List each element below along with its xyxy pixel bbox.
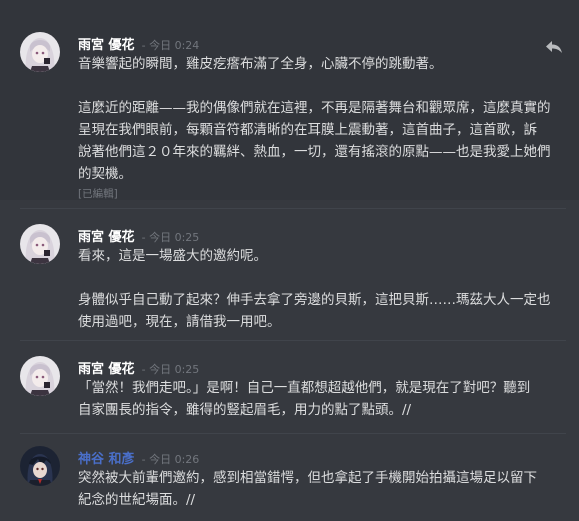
message-line: 紀念的世紀場面。// [78, 492, 196, 508]
avatar-image [20, 32, 60, 72]
avatar-image [20, 224, 60, 264]
edited-label: [已編輯] [78, 188, 118, 200]
avatar-image [20, 446, 60, 486]
message[interactable]: 雨宮 優花 - 今日 0:25 「當然！我們走吧。」是啊！自己一直都想超越他們，… [0, 342, 579, 427]
message-line: 說著他們這２０年來的羈絆、熱血，一切，還有搖滾的原點——也是我愛上她們 [78, 144, 551, 160]
message-header: 雨宮 優花 - 今日 0:24 [78, 34, 199, 54]
avatar[interactable] [20, 446, 60, 486]
message[interactable]: 神谷 和彥 - 今日 0:26 突然被大前輩們邀約，感到相當錯愕，但也拿起了手機… [0, 434, 579, 521]
message-header: 雨宮 優花 - 今日 0:25 [78, 358, 199, 378]
message-divider [20, 208, 566, 209]
message-line: 「當然！我們走吧。」是啊！自己一直都想超越他們，就是現在了對吧？聽到 [78, 380, 531, 396]
timestamp: - 今日 0:24 [141, 39, 200, 52]
message-line: 的契機。 [78, 166, 132, 182]
message-content: 「當然！我們走吧。」是啊！自己一直都想超越他們，就是現在了對吧？聽到 自家團長的… [78, 377, 568, 421]
message-line: 呈現在我們眼前，每顆音符都清晰的在耳膜上震動著，這首曲子，這首歌，訴 [78, 122, 537, 138]
avatar[interactable] [20, 224, 60, 264]
message-line: 突然被大前輩們邀約，感到相當錯愕，但也拿起了手機開始拍攝這場足以留下 [78, 470, 537, 486]
message-line: 自家團長的指令，雖得的豎起眉毛，用力的點了點頭。// [78, 402, 412, 418]
avatar[interactable] [20, 356, 60, 396]
message-line: 身體似乎自己動了起來？伸手去拿了旁邊的貝斯，這把貝斯……瑪茲大人一定也 [78, 292, 551, 308]
message[interactable]: 雨宮 優花 - 今日 0:24 音樂響起的瞬間，雞皮疙瘩布滿了全身，心臟不停的跳… [0, 0, 579, 200]
chat-log: 雨宮 優花 - 今日 0:24 音樂響起的瞬間，雞皮疙瘩布滿了全身，心臟不停的跳… [0, 0, 579, 521]
author-name[interactable]: 雨宮 優花 [78, 230, 135, 245]
message-line: 看來，這是一場盛大的邀約呢。 [78, 248, 267, 264]
message-content: 突然被大前輩們邀約，感到相當錯愕，但也拿起了手機開始拍攝這場足以留下 紀念的世紀… [78, 467, 568, 511]
message-line-blank [78, 75, 568, 97]
message-content: 音樂響起的瞬間，雞皮疙瘩布滿了全身，心臟不停的跳動著。 這麼近的距離——我的偶像… [78, 53, 568, 202]
message-divider [20, 340, 566, 341]
message-header: 雨宮 優花 - 今日 0:25 [78, 226, 199, 246]
avatar-image [20, 356, 60, 396]
author-name[interactable]: 雨宮 優花 [78, 362, 135, 377]
message-line: 使用過吧，現在，請借我一用吧。 [78, 314, 281, 330]
message-header: 神谷 和彥 - 今日 0:26 [78, 448, 199, 468]
message[interactable]: 雨宮 優花 - 今日 0:25 看來，這是一場盛大的邀約呢。 身體似乎自己動了起… [0, 210, 579, 335]
timestamp: - 今日 0:25 [141, 231, 200, 244]
message-line-blank [78, 267, 568, 289]
timestamp: - 今日 0:25 [141, 363, 200, 376]
author-name[interactable]: 神谷 和彥 [78, 452, 135, 467]
timestamp: - 今日 0:26 [141, 453, 200, 466]
message-content: 看來，這是一場盛大的邀約呢。 身體似乎自己動了起來？伸手去拿了旁邊的貝斯，這把貝… [78, 245, 568, 333]
message-line: 音樂響起的瞬間，雞皮疙瘩布滿了全身，心臟不停的跳動著。 [78, 56, 443, 72]
message-line: 這麼近的距離——我的偶像們就在這裡，不再是隔著舞台和觀眾席，這麼真實的 [78, 100, 551, 116]
avatar[interactable] [20, 32, 60, 72]
author-name[interactable]: 雨宮 優花 [78, 38, 135, 53]
